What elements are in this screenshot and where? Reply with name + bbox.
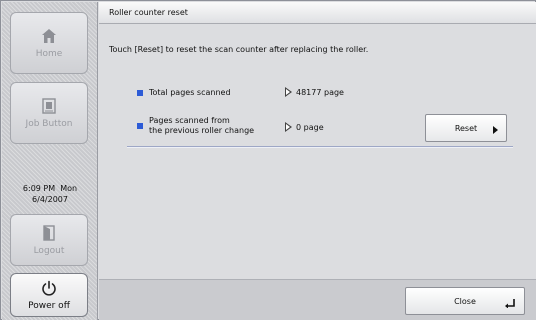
roller-pages-label-line1: Pages scanned from bbox=[149, 116, 230, 125]
home-button-label: Home bbox=[35, 49, 63, 59]
job-button[interactable]: Job Button bbox=[10, 82, 88, 144]
clock-date: 6/4/2007 bbox=[32, 195, 68, 204]
total-pages-count: 48177 page bbox=[296, 87, 344, 97]
roller-pages-label: Pages scanned from the previous roller c… bbox=[149, 116, 254, 136]
divider bbox=[127, 146, 513, 148]
clock-time: 6:09 PM Mon bbox=[22, 184, 78, 193]
home-button[interactable]: Home bbox=[10, 12, 88, 74]
home-icon bbox=[41, 27, 57, 45]
power-off-button[interactable]: Power off bbox=[10, 273, 88, 317]
value-arrow-icon bbox=[285, 87, 292, 97]
close-button-label: Close bbox=[454, 296, 476, 306]
instruction-text: Touch [Reset] to reset the scan counter … bbox=[109, 45, 369, 54]
clock: 6:09 PM Mon 6/4/2007 bbox=[2, 183, 98, 205]
power-off-label: Power off bbox=[28, 301, 70, 311]
row-bullet bbox=[137, 90, 143, 96]
close-button[interactable]: Close bbox=[405, 287, 525, 315]
total-pages-label: Total pages scanned bbox=[149, 88, 231, 97]
sidebar: Home Job Button 6:09 PM Mon 6/4/2007 Log… bbox=[2, 2, 98, 320]
total-pages-value: 48177 page bbox=[285, 87, 344, 97]
window-frame: Home Job Button 6:09 PM Mon 6/4/2007 Log… bbox=[0, 0, 536, 320]
logout-icon bbox=[42, 224, 56, 242]
play-arrow-icon bbox=[493, 126, 498, 134]
roller-pages-count: 0 page bbox=[296, 122, 324, 132]
logout-button-label: Logout bbox=[33, 246, 65, 256]
roller-pages-value: 0 page bbox=[285, 122, 324, 132]
value-arrow-icon bbox=[285, 122, 292, 132]
power-icon bbox=[41, 279, 57, 297]
job-button-icon bbox=[41, 97, 57, 115]
logout-button[interactable]: Logout bbox=[10, 214, 88, 266]
roller-pages-label-line2: the previous roller change bbox=[149, 126, 255, 135]
reset-button-label: Reset bbox=[454, 123, 478, 133]
page-title: Roller counter reset bbox=[99, 2, 536, 24]
main-panel: Roller counter reset Touch [Reset] to re… bbox=[99, 2, 536, 320]
job-button-label: Job Button bbox=[25, 119, 73, 129]
enter-icon bbox=[505, 299, 515, 308]
row-bullet bbox=[137, 123, 143, 129]
reset-button[interactable]: Reset bbox=[425, 114, 507, 142]
